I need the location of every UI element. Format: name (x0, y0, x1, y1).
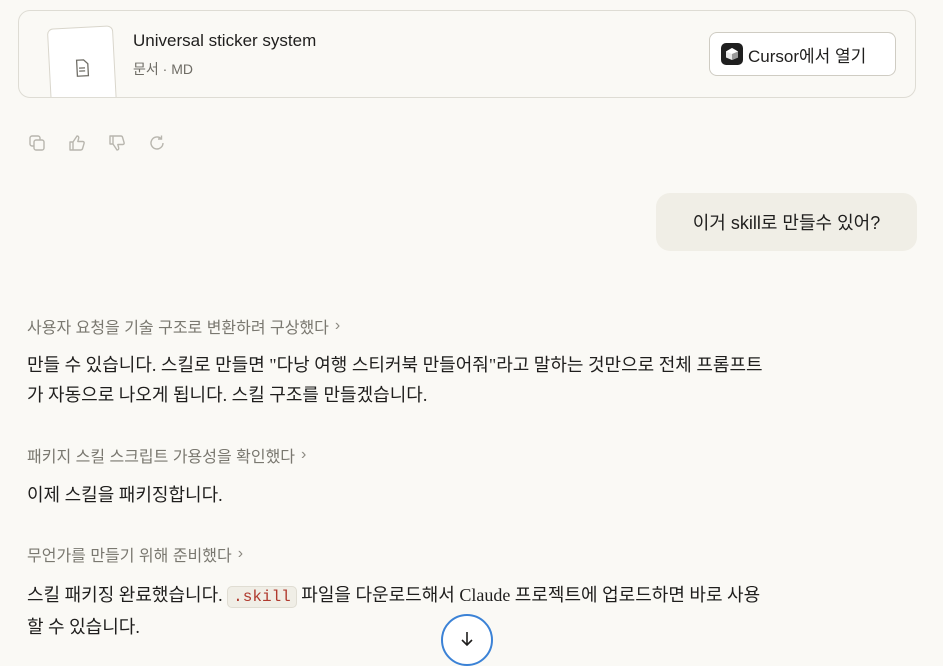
inline-code: .skill (227, 586, 297, 608)
text-segment: 파일을 다운로드해서 Claude 프로젝트에 업로드하면 바로 사용 (297, 585, 760, 605)
chevron-right-icon: › (238, 545, 243, 563)
thinking-summary-3[interactable]: 무언가를 만들기 위해 준비했다 › (27, 542, 243, 566)
chevron-right-icon: › (335, 317, 340, 335)
cursor-logo-icon (721, 43, 743, 65)
open-in-cursor-button[interactable]: Cursor에서 열기 (709, 32, 896, 76)
thinking-summary-label: 사용자 요청을 기술 구조로 변환하려 구상했다 (27, 314, 329, 338)
thinking-summary-1[interactable]: 사용자 요청을 기술 구조로 변환하려 구상했다 › (27, 314, 340, 338)
retry-icon[interactable] (147, 133, 167, 153)
user-message-text: 이거 skill로 만들수 있어? (693, 209, 881, 235)
file-thumbnail (47, 25, 117, 98)
chevron-right-icon: › (301, 446, 306, 464)
text-segment: 스킬 패키징 완료했습니다. (27, 585, 227, 605)
thinking-summary-label: 무언가를 만들기 위해 준비했다 (27, 542, 232, 566)
user-message-bubble: 이거 skill로 만들수 있어? (656, 193, 917, 251)
assistant-paragraph-1: 만들 수 있습니다. 스킬로 만들면 "다낭 여행 스티커북 만들어줘"라고 말… (27, 350, 887, 410)
copy-icon[interactable] (27, 133, 47, 153)
paragraph-line: 이제 스킬을 패키징합니다. (27, 480, 887, 510)
open-in-cursor-label: Cursor에서 열기 (748, 42, 866, 67)
thinking-summary-2[interactable]: 패키지 스킬 스크립트 가용성을 확인했다 › (27, 443, 306, 467)
thumbs-up-icon[interactable] (67, 133, 87, 153)
file-card[interactable]: Universal sticker system 문서 · MD Cursor에… (18, 10, 916, 98)
scroll-to-bottom-button[interactable] (441, 614, 493, 666)
file-title: Universal sticker system (133, 31, 316, 51)
paragraph-line: 스킬 패키징 완료했습니다. .skill 파일을 다운로드해서 Claude … (27, 580, 887, 612)
arrow-down-icon (459, 630, 475, 648)
document-icon (72, 58, 91, 79)
assistant-paragraph-2: 이제 스킬을 패키징합니다. (27, 480, 887, 510)
thumbs-down-icon[interactable] (107, 133, 127, 153)
message-actions (27, 133, 167, 153)
thinking-summary-label: 패키지 스킬 스크립트 가용성을 확인했다 (27, 443, 295, 467)
paragraph-line: 가 자동으로 나오게 됩니다. 스킬 구조를 만들겠습니다. (27, 380, 887, 410)
paragraph-line: 만들 수 있습니다. 스킬로 만들면 "다낭 여행 스티커북 만들어줘"라고 말… (27, 350, 887, 380)
file-meta: 문서 · MD (133, 59, 193, 79)
